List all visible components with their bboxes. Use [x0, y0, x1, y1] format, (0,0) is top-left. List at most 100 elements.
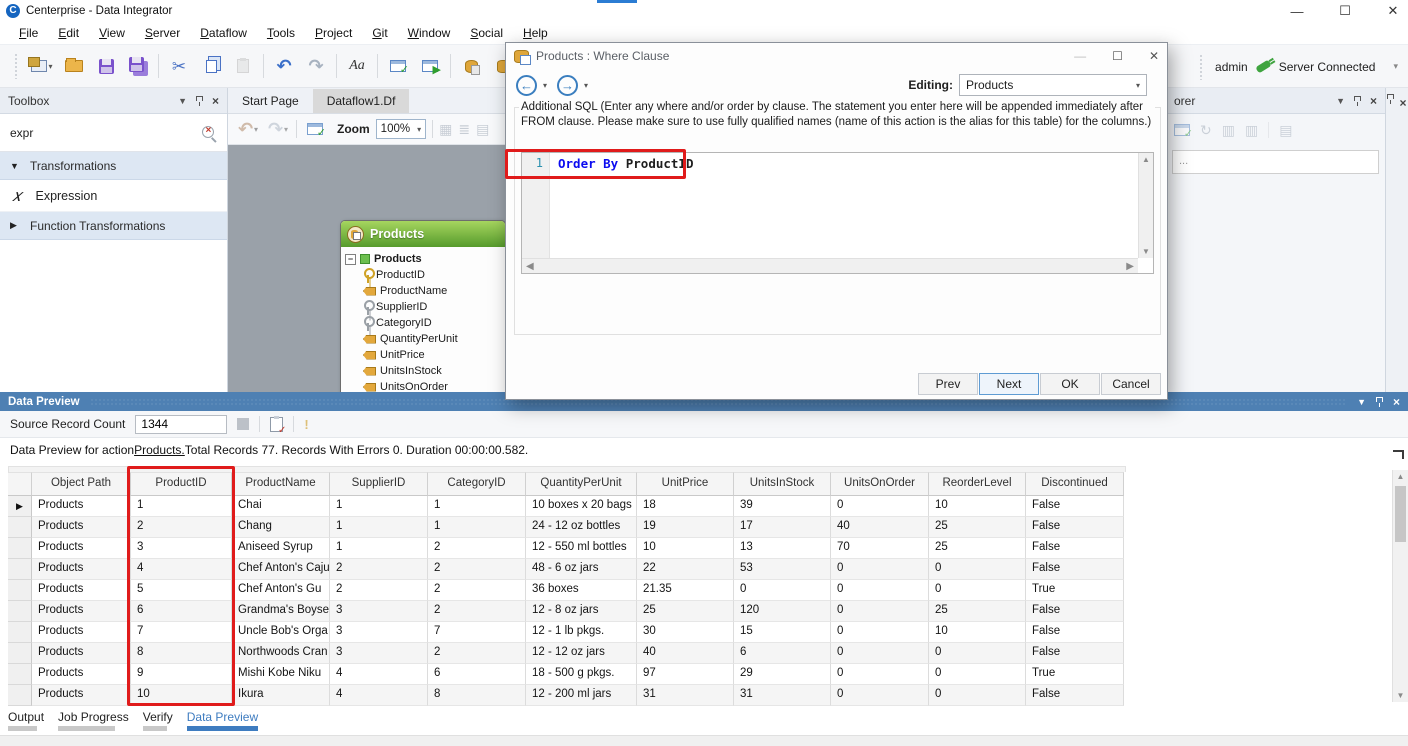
cell[interactable]: 21.35 [637, 580, 734, 601]
row-selector[interactable] [8, 664, 32, 685]
products-node[interactable]: Products −ProductsProductIDProductNameSu… [340, 220, 506, 392]
database-source-icon[interactable] [459, 54, 483, 78]
df-tree-icon[interactable]: ≣ [458, 121, 470, 138]
minimize-button[interactable]: — [1290, 4, 1304, 19]
bottom-tab-job-progress[interactable]: Job Progress [58, 710, 129, 731]
cell[interactable]: Aniseed Syrup [232, 538, 330, 559]
cell[interactable]: Products [32, 685, 131, 706]
copy-results-icon[interactable] [270, 417, 283, 432]
cell[interactable]: 12 - 12 oz jars [526, 643, 637, 664]
scroll-thumb[interactable] [1395, 486, 1406, 542]
cell[interactable]: 13 [734, 538, 831, 559]
menu-help[interactable]: Help [514, 23, 557, 43]
df-layout-icon[interactable] [303, 117, 327, 141]
cell[interactable]: 1 [330, 538, 428, 559]
cell[interactable]: 0 [929, 685, 1026, 706]
toolbar-drag-handle[interactable] [14, 53, 18, 79]
close-button[interactable]: ✕ [1386, 3, 1400, 19]
cell[interactable]: False [1026, 517, 1124, 538]
cell[interactable]: 6 [428, 664, 526, 685]
row-selector[interactable] [8, 643, 32, 664]
bottom-tab-output[interactable]: Output [8, 710, 44, 731]
menu-git[interactable]: Git [363, 23, 396, 43]
node-field-supplierid[interactable]: SupplierID [345, 299, 501, 315]
cell[interactable]: 24 - 12 oz bottles [526, 517, 637, 538]
redo-icon[interactable]: ↷ [304, 54, 328, 78]
bottom-tab-verify[interactable]: Verify [143, 710, 173, 731]
cell[interactable]: 2 [428, 601, 526, 622]
toolbox-item-expression[interactable]: 𝑥 Expression [0, 180, 227, 212]
cell[interactable]: 0 [831, 496, 929, 517]
cell[interactable]: 3 [330, 622, 428, 643]
cell[interactable]: 0 [734, 580, 831, 601]
cell[interactable]: Products [32, 496, 131, 517]
column-header-quantityperunit[interactable]: QuantityPerUnit [526, 472, 637, 496]
layout-icon[interactable]: ▤ [1279, 122, 1292, 139]
cell[interactable]: 0 [831, 664, 929, 685]
menu-social[interactable]: Social [461, 23, 512, 43]
cell[interactable]: 25 [929, 601, 1026, 622]
cell[interactable]: 0 [831, 580, 929, 601]
column-header-supplierid[interactable]: SupplierID [330, 472, 428, 496]
cell[interactable]: False [1026, 496, 1124, 517]
node-field-unitsinstock[interactable]: UnitsInStock [345, 363, 501, 379]
cell[interactable]: 70 [831, 538, 929, 559]
cell[interactable]: 31 [734, 685, 831, 706]
column-header-unitsonorder[interactable]: UnitsOnOrder [831, 472, 929, 496]
cell[interactable]: 8 [428, 685, 526, 706]
cell[interactable]: Chang [232, 517, 330, 538]
df-fit-icon[interactable]: ▦ [439, 121, 452, 138]
cell[interactable]: 29 [734, 664, 831, 685]
cell[interactable]: 0 [831, 643, 929, 664]
cell[interactable]: Mishi Kobe Niku [232, 664, 330, 685]
strip-pin-icon[interactable] [1387, 94, 1394, 99]
cell[interactable]: 3 [330, 601, 428, 622]
cell[interactable]: 4 [330, 685, 428, 706]
grid-corner-icon[interactable] [1393, 450, 1404, 459]
cell[interactable]: 0 [929, 643, 1026, 664]
cell[interactable]: 0 [831, 601, 929, 622]
cell[interactable]: 2 [428, 559, 526, 580]
editor-hscrollbar[interactable]: ◀▶ [522, 258, 1138, 273]
cell[interactable]: 0 [929, 580, 1026, 601]
panel-menu-icon[interactable]: ▼ [1336, 96, 1345, 106]
forward-dropdown-icon[interactable]: ▾ [584, 81, 588, 90]
cell[interactable]: Products [32, 538, 131, 559]
toolbox-close-icon[interactable]: × [212, 94, 219, 108]
cell[interactable]: Products [32, 601, 131, 622]
undo-icon[interactable]: ↶ [272, 54, 296, 78]
cancel-button[interactable]: Cancel [1101, 373, 1161, 395]
cell[interactable]: Products [32, 664, 131, 685]
node-field-productid[interactable]: ProductID [345, 267, 501, 283]
cell[interactable]: 1 [428, 496, 526, 517]
node-field-unitprice[interactable]: UnitPrice [345, 347, 501, 363]
toolbox-menu-icon[interactable]: ▼ [178, 96, 187, 106]
cut-icon[interactable]: ✂ [167, 54, 191, 78]
cell[interactable]: 2 [428, 643, 526, 664]
row-selector[interactable] [8, 517, 32, 538]
cell[interactable]: False [1026, 622, 1124, 643]
paste-icon[interactable] [231, 54, 255, 78]
cell[interactable]: 10 [929, 622, 1026, 643]
column-header-unitprice[interactable]: UnitPrice [637, 472, 734, 496]
search-clear-icon[interactable] [201, 125, 217, 141]
cell[interactable]: 12 - 200 ml jars [526, 685, 637, 706]
cell[interactable]: 30 [637, 622, 734, 643]
cell[interactable]: 2 [330, 580, 428, 601]
row-selector[interactable] [8, 685, 32, 706]
cell[interactable]: 31 [637, 685, 734, 706]
save-icon[interactable] [94, 54, 118, 78]
next-button[interactable]: Next [979, 373, 1039, 395]
maximize-button[interactable]: ☐ [1338, 3, 1352, 19]
dialog-close-button[interactable]: ✕ [1149, 49, 1159, 63]
cell[interactable]: True [1026, 664, 1124, 685]
forward-icon[interactable]: → [557, 75, 578, 96]
node-field-unitsonorder[interactable]: UnitsOnOrder [345, 379, 501, 392]
menu-window[interactable]: Window [399, 23, 460, 43]
back-dropdown-icon[interactable]: ▾ [543, 81, 547, 90]
status-action-link[interactable]: Products. [134, 443, 185, 457]
strip-close-icon[interactable]: × [1399, 96, 1406, 110]
cell[interactable]: 18 - 500 g pkgs. [526, 664, 637, 685]
cell[interactable]: 17 [734, 517, 831, 538]
cell[interactable]: 48 - 6 oz jars [526, 559, 637, 580]
